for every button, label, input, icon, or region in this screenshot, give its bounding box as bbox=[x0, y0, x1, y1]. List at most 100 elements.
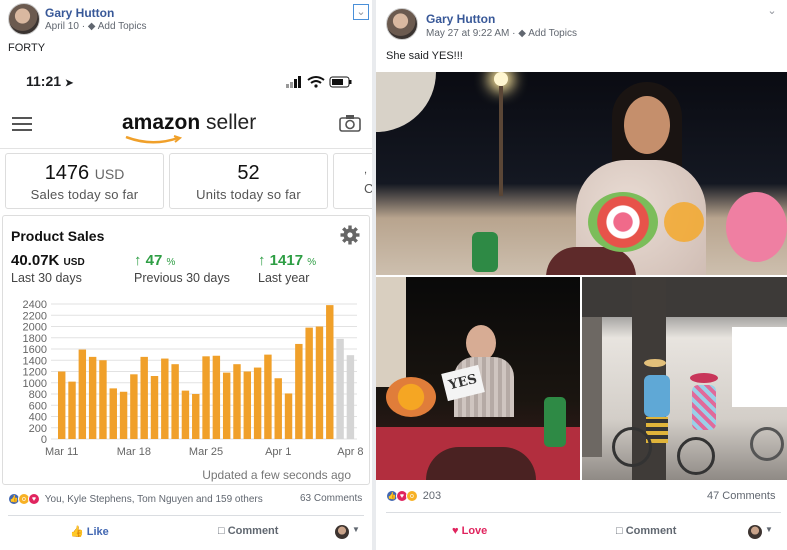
bar[interactable] bbox=[130, 374, 138, 439]
x-tick-label: Apr 1 bbox=[265, 446, 291, 458]
bar[interactable] bbox=[326, 305, 334, 439]
y-tick-label: 400 bbox=[29, 412, 47, 424]
bar[interactable] bbox=[202, 356, 210, 439]
comment-icon: □ bbox=[218, 525, 225, 537]
author-name[interactable]: Gary Hutton bbox=[426, 12, 495, 26]
like-button[interactable]: 👍 Like bbox=[70, 525, 109, 538]
partial-card[interactable]: , C bbox=[333, 153, 372, 209]
proposal-photo-man-sign[interactable]: YES bbox=[376, 277, 580, 480]
bar[interactable] bbox=[181, 390, 190, 439]
bar[interactable] bbox=[171, 364, 179, 439]
commenter-avatar[interactable] bbox=[335, 525, 349, 539]
comment-icon: □ bbox=[616, 525, 623, 537]
author-avatar[interactable] bbox=[386, 8, 418, 40]
chevron-down-icon[interactable]: ▼ bbox=[765, 525, 773, 534]
x-tick-label: Mar 11 bbox=[45, 446, 78, 458]
tag-icon: ◆ bbox=[518, 28, 526, 39]
bicycle-wheel bbox=[612, 427, 652, 467]
bar[interactable] bbox=[274, 378, 282, 439]
umbrella-shape bbox=[376, 277, 406, 387]
post-text: FORTY bbox=[8, 42, 46, 54]
post-right: Gary Hutton May 27 at 9:22 AM · ◆ Add To… bbox=[376, 0, 787, 550]
amazon-smile-icon bbox=[125, 135, 183, 144]
bar[interactable] bbox=[119, 391, 128, 439]
bar[interactable] bbox=[264, 354, 272, 439]
heart-icon: ♥ bbox=[452, 525, 459, 537]
flowers bbox=[588, 192, 658, 252]
stat-previous-30-days: ↑ 47 % Previous 30 days bbox=[134, 252, 230, 285]
bar[interactable] bbox=[336, 338, 344, 439]
y-tick-label: 1400 bbox=[23, 355, 47, 367]
stat-last-30-days: 40.07K USD Last 30 days bbox=[11, 252, 85, 285]
commenter-avatar[interactable] bbox=[748, 525, 762, 539]
reactions-text: You, Kyle Stephens, Tom Nguyen and 159 o… bbox=[44, 493, 263, 505]
bar[interactable] bbox=[315, 326, 324, 440]
bar[interactable] bbox=[233, 364, 241, 439]
stat-last-year: ↑ 1417 % Last year bbox=[258, 252, 317, 285]
bar[interactable] bbox=[88, 356, 97, 439]
amazon-app-bar: amazon seller bbox=[0, 99, 372, 149]
bar[interactable] bbox=[305, 327, 313, 439]
bar[interactable] bbox=[99, 360, 107, 439]
post-options-chevron-icon[interactable]: ⌄ bbox=[764, 4, 780, 20]
y-tick-label: 1800 bbox=[23, 333, 47, 345]
bar[interactable] bbox=[109, 388, 117, 439]
post-text: She said YES!!! bbox=[386, 50, 463, 62]
ios-status-bar: 11:21 ➤ bbox=[0, 65, 372, 99]
bar[interactable] bbox=[140, 356, 148, 439]
up-arrow-icon: ↑ bbox=[258, 252, 266, 269]
proposal-photo-large[interactable] bbox=[376, 72, 787, 275]
author-avatar[interactable] bbox=[8, 3, 40, 35]
add-topics-link[interactable]: Add Topics bbox=[528, 28, 577, 39]
units-today-card[interactable]: 52 Units today so far bbox=[169, 153, 328, 209]
hamburger-menu-icon[interactable] bbox=[12, 117, 32, 131]
divider bbox=[8, 515, 364, 516]
woman-dress bbox=[692, 385, 716, 430]
bar[interactable] bbox=[284, 393, 293, 439]
bar[interactable] bbox=[253, 367, 262, 439]
add-topics-link[interactable]: Add Topics bbox=[98, 21, 147, 32]
bar[interactable] bbox=[346, 355, 355, 439]
post-meta: May 27 at 9:22 AM · ◆ Add Topics bbox=[426, 28, 577, 39]
post-date[interactable]: April 10 bbox=[45, 21, 79, 32]
author-name[interactable]: Gary Hutton bbox=[45, 6, 114, 20]
lamp-light bbox=[494, 72, 508, 86]
comment-button[interactable]: □ Comment bbox=[616, 525, 676, 537]
bar[interactable] bbox=[68, 381, 76, 439]
y-tick-label: 1600 bbox=[23, 344, 47, 356]
comment-button[interactable]: □ Comment bbox=[218, 525, 278, 537]
soda-can bbox=[472, 232, 498, 272]
thumbs-up-icon: 👍 bbox=[70, 526, 84, 538]
bar[interactable] bbox=[58, 371, 66, 440]
y-tick-label: 200 bbox=[29, 423, 47, 435]
bar[interactable] bbox=[222, 372, 231, 439]
bar[interactable] bbox=[192, 394, 200, 439]
dessert-glass bbox=[664, 202, 704, 242]
bar[interactable] bbox=[78, 349, 87, 439]
love-button[interactable]: ♥ Love bbox=[452, 525, 487, 537]
signal-wifi-battery-icon bbox=[286, 76, 352, 88]
bar[interactable] bbox=[243, 371, 252, 440]
comments-count[interactable]: 47 Comments bbox=[707, 490, 775, 510]
reactions-summary[interactable]: 👍 ♥ o 203 bbox=[386, 490, 441, 510]
bar[interactable] bbox=[295, 343, 303, 439]
bar[interactable] bbox=[161, 358, 169, 439]
camera-icon[interactable] bbox=[339, 114, 361, 132]
bar[interactable] bbox=[212, 355, 221, 439]
couple-bicycles-photo[interactable] bbox=[582, 277, 787, 480]
gear-icon[interactable] bbox=[340, 225, 360, 245]
sales-today-card[interactable]: 1476 USD Sales today so far bbox=[5, 153, 164, 209]
chevron-down-icon[interactable]: ▼ bbox=[352, 525, 360, 534]
reactions-summary[interactable]: 👍 o ♥ You, Kyle Stephens, Tom Nguyen and 1… bbox=[8, 493, 263, 513]
post-date[interactable]: May 27 at 9:22 AM bbox=[426, 28, 509, 39]
y-tick-label: 2200 bbox=[23, 310, 47, 322]
comments-count[interactable]: 63 Comments bbox=[300, 493, 362, 513]
drink-glass bbox=[386, 377, 436, 417]
bar[interactable] bbox=[150, 376, 159, 439]
amazon-seller-screenshot[interactable]: 11:21 ➤ amazon seller 1476 USD Sales tod… bbox=[0, 65, 372, 485]
post-options-chevron-icon[interactable]: ⌄ bbox=[353, 4, 369, 20]
roof bbox=[582, 277, 787, 317]
x-tick-label: Apr 8 bbox=[337, 446, 363, 458]
tag-icon: ◆ bbox=[87, 21, 96, 32]
hat bbox=[644, 359, 666, 367]
